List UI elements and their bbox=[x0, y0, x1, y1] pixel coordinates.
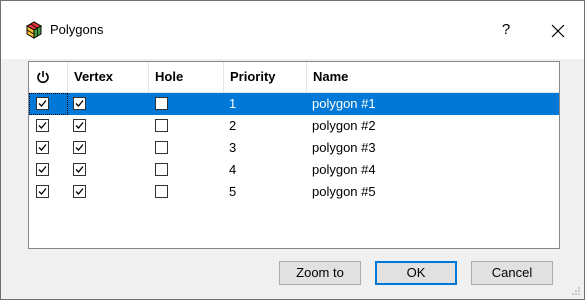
vertex-checkbox[interactable] bbox=[73, 163, 86, 176]
enabled-cell[interactable] bbox=[29, 137, 68, 159]
title-bar: Polygons ? bbox=[1, 1, 584, 59]
column-header-priority[interactable]: Priority bbox=[224, 62, 307, 92]
close-button[interactable] bbox=[541, 15, 575, 45]
priority-cell: 3 bbox=[229, 140, 237, 155]
table-row[interactable]: 4 polygon #4 bbox=[29, 159, 559, 181]
power-icon bbox=[37, 71, 49, 84]
column-header-hole[interactable]: Hole bbox=[149, 62, 224, 92]
close-icon bbox=[551, 24, 565, 38]
cancel-button[interactable]: Cancel bbox=[471, 261, 553, 285]
name-cell: polygon #3 bbox=[312, 140, 376, 155]
hole-cell[interactable] bbox=[149, 137, 224, 159]
column-header-enabled[interactable] bbox=[29, 62, 68, 92]
polygons-dialog: Polygons ? Vertex Hole Priority Name 1 po… bbox=[0, 0, 585, 300]
enabled-cell[interactable] bbox=[29, 181, 68, 203]
column-header-name[interactable]: Name bbox=[307, 62, 559, 92]
zoom-to-button[interactable]: Zoom to bbox=[279, 261, 361, 285]
hole-cell[interactable] bbox=[149, 159, 224, 181]
name-cell: polygon #1 bbox=[307, 93, 559, 115]
priority-cell: 4 bbox=[229, 162, 237, 177]
hole-cell[interactable] bbox=[149, 115, 224, 137]
table-header: Vertex Hole Priority Name bbox=[29, 62, 559, 93]
focus-rectangle bbox=[29, 93, 68, 115]
enabled-checkbox[interactable] bbox=[36, 163, 49, 176]
hole-cell[interactable] bbox=[149, 181, 224, 203]
hole-checkbox[interactable] bbox=[155, 185, 168, 198]
vertex-cell[interactable] bbox=[68, 115, 149, 137]
column-header-vertex[interactable]: Vertex bbox=[68, 62, 149, 92]
vertex-checkbox[interactable] bbox=[73, 141, 86, 154]
enabled-cell[interactable] bbox=[29, 115, 68, 137]
cube-icon bbox=[25, 21, 43, 39]
resize-grip-icon[interactable] bbox=[571, 286, 581, 296]
vertex-checkbox[interactable] bbox=[73, 185, 86, 198]
help-button[interactable]: ? bbox=[491, 15, 521, 45]
name-cell: polygon #5 bbox=[312, 184, 376, 199]
table-row[interactable]: 5 polygon #5 bbox=[29, 181, 559, 203]
enabled-cell[interactable] bbox=[29, 159, 68, 181]
hole-checkbox[interactable] bbox=[155, 163, 168, 176]
enabled-checkbox[interactable] bbox=[36, 141, 49, 154]
hole-checkbox[interactable] bbox=[155, 141, 168, 154]
vertex-cell[interactable] bbox=[68, 93, 149, 115]
priority-cell: 1 bbox=[224, 93, 307, 115]
polygons-table[interactable]: Vertex Hole Priority Name 1 polygon #1 2 po… bbox=[28, 61, 560, 249]
table-row[interactable]: 3 polygon #3 bbox=[29, 137, 559, 159]
window-title: Polygons bbox=[50, 22, 104, 37]
enabled-checkbox[interactable] bbox=[36, 185, 49, 198]
table-row[interactable]: 2 polygon #2 bbox=[29, 115, 559, 137]
priority-cell: 2 bbox=[229, 118, 237, 133]
vertex-cell[interactable] bbox=[68, 159, 149, 181]
enabled-cell[interactable] bbox=[29, 93, 68, 115]
enabled-checkbox[interactable] bbox=[36, 119, 49, 132]
name-cell: polygon #4 bbox=[312, 162, 376, 177]
vertex-cell[interactable] bbox=[68, 137, 149, 159]
hole-checkbox[interactable] bbox=[155, 97, 168, 110]
ok-button[interactable]: OK bbox=[375, 261, 457, 285]
name-cell: polygon #2 bbox=[312, 118, 376, 133]
table-row[interactable]: 1 polygon #1 bbox=[29, 93, 559, 115]
hole-cell[interactable] bbox=[149, 93, 224, 115]
priority-cell: 5 bbox=[229, 184, 237, 199]
vertex-checkbox[interactable] bbox=[73, 119, 86, 132]
vertex-checkbox[interactable] bbox=[73, 97, 86, 110]
vertex-cell[interactable] bbox=[68, 181, 149, 203]
hole-checkbox[interactable] bbox=[155, 119, 168, 132]
